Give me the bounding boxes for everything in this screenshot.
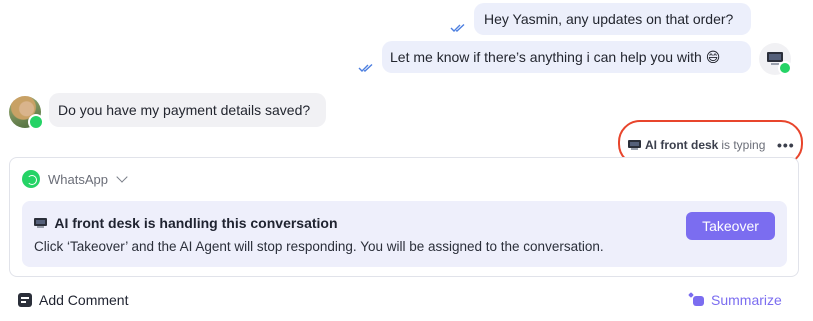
message-text: Hey Yasmin, any updates on that order? xyxy=(484,11,734,27)
ai-banner-title: AI front desk is handling this conversat… xyxy=(34,215,338,231)
monitor-icon xyxy=(628,139,641,151)
whatsapp-badge-icon xyxy=(778,61,792,75)
monitor-icon xyxy=(34,218,47,229)
comment-icon xyxy=(18,293,32,307)
add-comment-label: Add Comment xyxy=(39,292,129,308)
outgoing-message: Hey Yasmin, any updates on that order? xyxy=(474,3,751,35)
channel-label: WhatsApp xyxy=(48,171,108,187)
ai-banner-title-text: AI front desk is handling this conversat… xyxy=(54,215,338,231)
chevron-down-icon xyxy=(116,171,128,183)
takeover-button[interactable]: Takeover xyxy=(686,212,775,240)
read-receipt-icon xyxy=(358,63,373,72)
summarize-button[interactable]: Summarize xyxy=(688,292,782,308)
read-receipt-icon xyxy=(450,23,465,32)
incoming-message: Do you have my payment details saved? xyxy=(49,93,326,127)
reply-composer: WhatsApp AI front desk is handling this … xyxy=(9,157,799,277)
message-text: Do you have my payment details saved? xyxy=(58,102,311,118)
typing-name: AI front desk xyxy=(645,138,719,152)
summarize-label: Summarize xyxy=(711,292,782,308)
channel-selector[interactable]: WhatsApp xyxy=(22,170,128,188)
typing-status: is typing xyxy=(721,138,766,152)
sparkle-chat-icon xyxy=(688,292,705,307)
ai-handling-banner: AI front desk is handling this conversat… xyxy=(22,201,787,267)
whatsapp-icon xyxy=(22,170,40,188)
message-text: Let me know if there’s anything i can he… xyxy=(390,49,721,65)
add-comment-button[interactable]: Add Comment xyxy=(18,292,128,308)
outgoing-message: Let me know if there’s anything i can he… xyxy=(382,41,751,73)
agent-avatar xyxy=(759,43,792,75)
typing-indicator: AI front desk is typing xyxy=(628,138,765,152)
ai-banner-description: Click ‘Takeover’ and the AI Agent will s… xyxy=(34,239,604,254)
more-options-icon[interactable]: ••• xyxy=(777,137,795,153)
whatsapp-badge-icon xyxy=(28,114,44,130)
